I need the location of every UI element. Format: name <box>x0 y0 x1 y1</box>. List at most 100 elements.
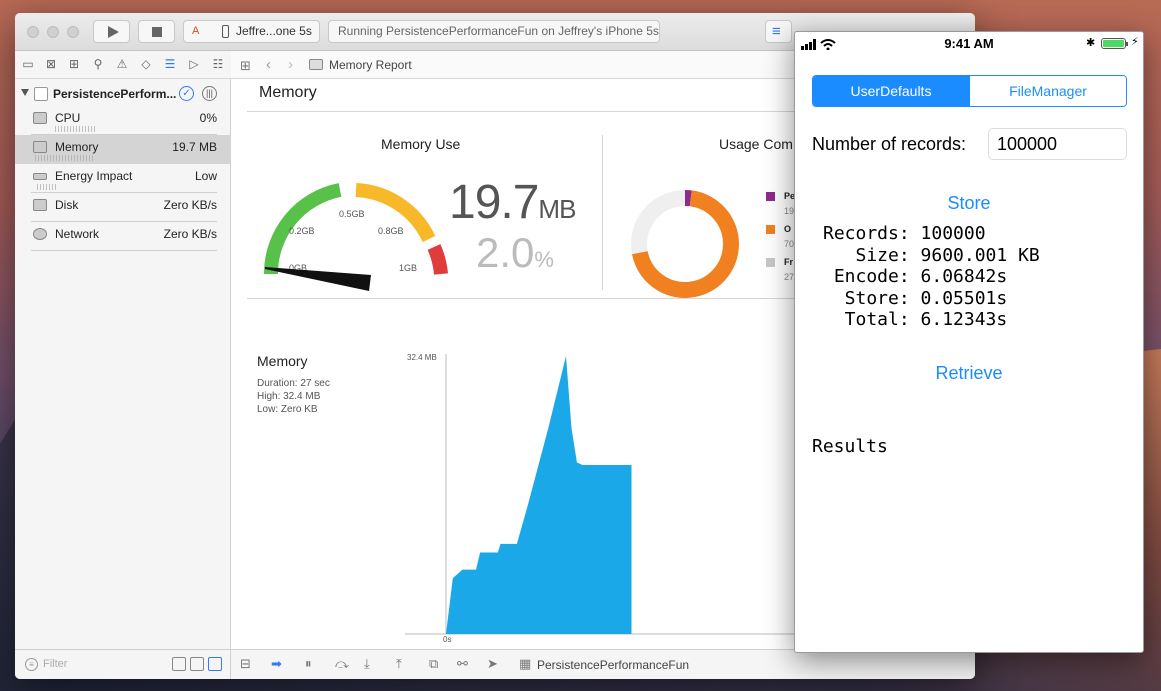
legend-value: 27 <box>784 272 795 282</box>
records-label: Number of records: <box>812 134 967 154</box>
stop-button[interactable] <box>138 20 175 43</box>
gauge-value: Zero KB/s <box>163 198 217 212</box>
debug-target-label: PersistencePerformanceFun <box>537 658 690 672</box>
run-button[interactable] <box>93 20 130 43</box>
stats-line: Records: 100000 <box>823 223 986 244</box>
gauge-label: Network <box>55 227 100 241</box>
percent-unit: % <box>534 247 554 272</box>
jump-bar-item[interactable]: Memory Report <box>329 58 412 72</box>
legend-label: O <box>784 224 792 234</box>
legend-label: Fr <box>784 257 793 267</box>
hide-debug-area-icon[interactable]: ⊟ <box>240 657 251 671</box>
store-button[interactable]: Store <box>795 193 1143 214</box>
related-items-icon[interactable]: ⊞ <box>240 58 251 74</box>
gauge-label: Memory <box>55 140 99 154</box>
filter-option-icon[interactable] <box>208 657 222 671</box>
activity-status: Running PersistencePerformanceFun on Jef… <box>328 20 660 43</box>
minimize-window-button[interactable] <box>47 26 59 38</box>
folder-icon[interactable]: ▭ <box>21 57 35 71</box>
debug-icon[interactable]: ☰ <box>163 57 177 71</box>
navigator-filter-bar: ≡ Filter <box>15 649 231 679</box>
gauge-sparkline <box>55 126 95 132</box>
pause-icon[interactable]: ⏸ <box>305 657 312 671</box>
hierarchy-icon[interactable]: ⊞ <box>67 57 81 71</box>
disk-icon <box>33 199 47 211</box>
debug-bar: ⊟ ➡ ⏸ ⤼ ⤓ ⤒ ⧉ ⚯ ➤ ▦ PersistencePerforman… <box>231 649 975 679</box>
warning-icon[interactable]: ⚠ <box>115 57 129 71</box>
usage-comparison-title: Usage Com <box>719 136 793 152</box>
gauge-tick-label: 1GB <box>399 263 417 273</box>
target-icon: ▦ <box>519 656 532 671</box>
navigator-selector-bar: ▭ ⊠ ⊞ ⚲ ⚠ ◇ ☰ ▷ ☷ <box>15 51 231 79</box>
gauge-sparkline <box>35 155 95 161</box>
donut-slice-fr <box>631 190 686 255</box>
memory-value: 19.7 <box>449 176 539 229</box>
step-into-icon[interactable]: ⤓ <box>364 657 370 671</box>
filter-option-icon[interactable] <box>172 657 186 671</box>
memory-report-icon <box>309 59 323 70</box>
breakpoint-icon[interactable]: ▷ <box>187 57 201 71</box>
stats-output: Records: 100000 Size: 9600.001 KB Encode… <box>823 223 1040 331</box>
stats-line: Store: 0.05501s <box>823 287 1008 309</box>
zoom-window-button[interactable] <box>67 26 79 38</box>
storage-segmented-control[interactable]: UserDefaults FileManager <box>812 75 1127 107</box>
standard-editor-button[interactable] <box>765 20 792 43</box>
gauge-cpu[interactable]: CPU 0% <box>15 106 231 135</box>
records-input[interactable]: 100000 <box>988 128 1127 160</box>
stats-line: Encode: 6.06842s <box>823 266 1008 288</box>
app-icon: A <box>192 25 200 37</box>
memory-graph-icon[interactable]: ⚯ <box>457 657 468 671</box>
legend-swatch <box>766 192 775 201</box>
memory-value-display: 19.7MB <box>449 175 576 230</box>
gauge-disk[interactable]: Disk Zero KB/s <box>15 193 231 222</box>
stats-line: Total: 6.12343s <box>823 309 1008 331</box>
retrieve-button[interactable]: Retrieve <box>795 363 1143 384</box>
back-arrow-icon[interactable]: ‹ <box>266 56 271 73</box>
gauge-network[interactable]: Network Zero KB/s <box>15 222 231 251</box>
scheme-selector[interactable]: A Jeffre...one 5s <box>183 20 320 43</box>
gauge-tick-label: 0.2GB <box>289 226 315 236</box>
memory-icon <box>33 141 47 153</box>
graph-title: Memory <box>257 353 308 369</box>
test-icon[interactable]: ◇ <box>139 57 153 71</box>
gauge-memory[interactable]: Memory 19.7 MB <box>15 135 231 164</box>
gauge-energy[interactable]: Energy Impact Low <box>15 164 231 193</box>
threads-icon[interactable]: ||| <box>202 86 217 101</box>
project-icon <box>34 87 48 101</box>
location-icon[interactable]: ➤ <box>487 657 498 671</box>
battery-icon <box>33 173 47 180</box>
step-over-icon[interactable]: ⤼ <box>335 657 349 671</box>
scheme-device-label: Jeffre...one 5s <box>236 24 312 38</box>
y-axis-max-label: 32.4 MB <box>407 353 437 362</box>
bluetooth-icon: ✱ <box>1086 37 1096 49</box>
globe-icon <box>33 228 47 240</box>
filter-input[interactable]: Filter <box>43 658 67 670</box>
step-out-icon[interactable]: ⤒ <box>396 657 402 671</box>
usage-donut-chart <box>631 190 739 298</box>
disclosure-triangle-icon[interactable] <box>21 89 29 96</box>
close-window-button[interactable] <box>27 26 39 38</box>
view-hierarchy-icon[interactable]: ⧉ <box>429 657 438 671</box>
breakpoints-toggle-icon[interactable]: ➡ <box>271 657 282 671</box>
percent-value: 2.0 <box>476 229 535 276</box>
search-icon[interactable]: ⚲ <box>91 57 105 71</box>
legend-swatch <box>766 225 775 234</box>
segment-userdefaults[interactable]: UserDefaults <box>813 76 969 106</box>
gauge-value: Low <box>194 169 217 183</box>
debug-navigator: PersistencePerform... ✓ ||| CPU 0% Memor… <box>15 79 231 649</box>
gauge-needle <box>265 267 371 291</box>
gauge-tick-label: 0.5GB <box>339 209 365 219</box>
forward-arrow-icon[interactable]: › <box>288 56 293 73</box>
x-axis-zero-label: 0s <box>443 635 451 644</box>
iphone-simulator: 9:41 AM ✱ ⚡ UserDefaults FileManager Num… <box>794 31 1144 653</box>
memory-unit: MB <box>538 194 576 224</box>
project-row[interactable]: PersistencePerform... ✓ ||| <box>21 86 221 104</box>
graph-duration: Duration: 27 sec <box>257 378 330 389</box>
gauge-label: Disk <box>55 198 79 212</box>
source-control-icon[interactable]: ⊠ <box>44 57 58 71</box>
segment-filemanager[interactable]: FileManager <box>969 76 1126 106</box>
process-running-icon: ✓ <box>179 86 194 101</box>
filter-option-icon[interactable] <box>190 657 204 671</box>
report-icon[interactable]: ☷ <box>211 57 225 71</box>
battery-icon <box>1101 38 1128 49</box>
